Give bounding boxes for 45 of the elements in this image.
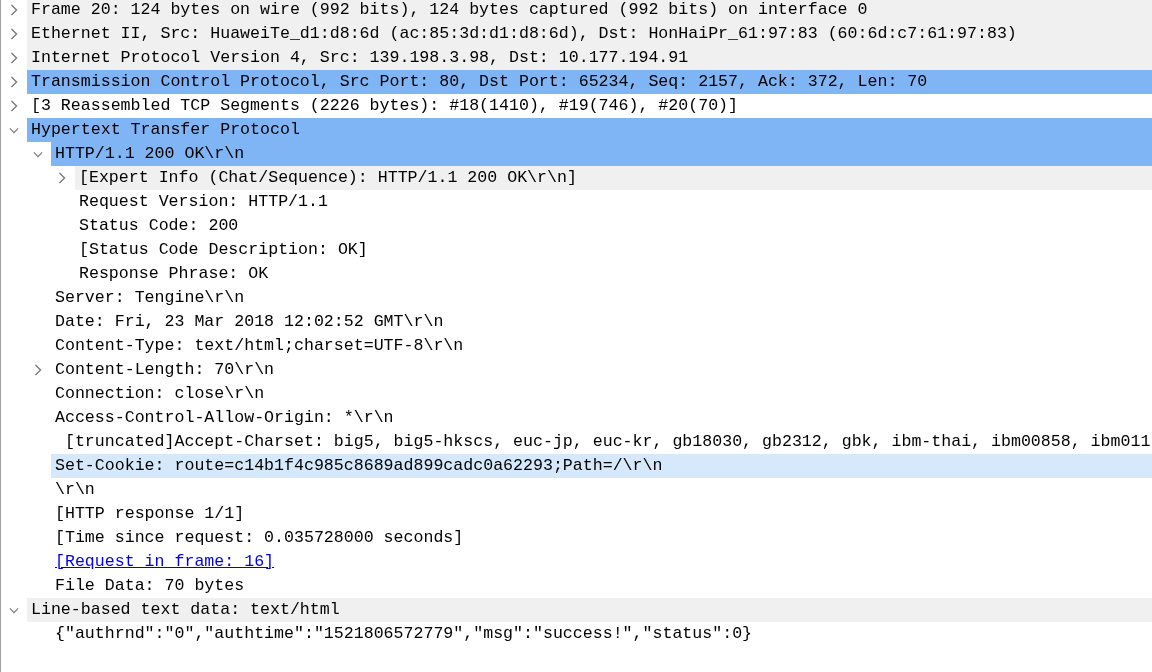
field-text: Ethernet II, Src: HuaweiTe_d1:d8:6d (ac:85:3d:d1:d8:6d), Dst: HonHaiPr_61:97:83 (60:6d:c7:61:97:83) xyxy=(31,23,1017,45)
field-text: Server: Tengine\r\n xyxy=(55,287,245,309)
field-text: Internet Protocol Version 4, Src: 139.198.3.98, Dst: 10.177.194.91 xyxy=(31,47,689,69)
chevron-right-icon[interactable] xyxy=(9,28,19,40)
tree-row[interactable]: Frame 20: 124 bytes on wire (992 bits), 124 bytes captured (992 bits) on interface 0 xyxy=(27,0,1152,22)
tree-row[interactable]: Hypertext Transfer Protocol xyxy=(27,118,1152,142)
field-text: Connection: close\r\n xyxy=(55,383,265,405)
tree-row[interactable]: HTTP/1.1 200 OK\r\n xyxy=(51,142,1152,166)
chevron-right-icon[interactable] xyxy=(33,364,43,376)
chevron-down-icon[interactable] xyxy=(9,606,19,614)
field-text: Hypertext Transfer Protocol xyxy=(31,119,300,141)
frame-link[interactable]: [Request in frame: 16] xyxy=(55,550,275,574)
field-text: [HTTP response 1/1] xyxy=(55,503,245,525)
tree-row[interactable]: [Expert Info (Chat/Sequence): HTTP/1.1 200 OK\r\n] xyxy=(75,166,1152,190)
tree-row[interactable]: Transmission Control Protocol, Src Port: 80, Dst Port: 65234, Seq: 2157, Ack: 372, Len: 70 xyxy=(27,70,1152,94)
chevron-right-icon[interactable] xyxy=(57,172,67,184)
field-text: File Data: 70 bytes xyxy=(55,575,245,597)
field-text: Date: Fri, 23 Mar 2018 12:02:52 GMT\r\n xyxy=(55,311,444,333)
field-text: [Status Code Description: OK] xyxy=(79,239,368,261)
tree-row[interactable]: Set-Cookie: route=c14b1f4c985c8689ad899cadc0a62293;Path=/\r\n xyxy=(51,454,1152,478)
chevron-down-icon[interactable] xyxy=(33,150,43,158)
chevron-right-icon[interactable] xyxy=(9,52,19,64)
field-text: {"authrnd":"0","authtime":"1521806572779","msg":"success!","status":0} xyxy=(55,623,753,645)
field-text: Status Code: 200 xyxy=(79,215,239,237)
tree-row[interactable]: Ethernet II, Src: HuaweiTe_d1:d8:6d (ac:85:3d:d1:d8:6d), Dst: HonHaiPr_61:97:83 (60:6d:c7:61:97:83) xyxy=(27,22,1152,46)
field-text: [3 Reassembled TCP Segments (2226 bytes): #18(1410), #19(746), #20(70)] xyxy=(31,95,738,117)
field-text: Line-based text data: text/html xyxy=(31,599,340,621)
tree-row[interactable]: Line-based text data: text/html xyxy=(27,598,1152,622)
tree-row[interactable]: Internet Protocol Version 4, Src: 139.198.3.98, Dst: 10.177.194.91 xyxy=(27,46,1152,70)
field-text: \r\n xyxy=(55,479,95,501)
chevron-right-icon[interactable] xyxy=(9,76,19,88)
field-text: Content-Type: text/html;charset=UTF-8\r\n xyxy=(55,335,464,357)
chevron-down-icon[interactable] xyxy=(9,126,19,134)
field-text: Response Phrase: OK xyxy=(79,263,269,285)
field-text: [Expert Info (Chat/Sequence): HTTP/1.1 200 OK\r\n] xyxy=(79,167,577,189)
field-text: Content-Length: 70\r\n xyxy=(55,359,275,381)
field-text: Frame 20: 124 bytes on wire (992 bits), 124 bytes captured (992 bits) on interface 0 xyxy=(31,0,868,21)
field-text: [Time since request: 0.035728000 seconds] xyxy=(55,527,464,549)
field-text: HTTP/1.1 200 OK\r\n xyxy=(55,143,245,165)
chevron-right-icon[interactable] xyxy=(9,100,19,112)
field-text: Request Version: HTTP/1.1 xyxy=(79,191,328,213)
field-text: Access-Control-Allow-Origin: *\r\n xyxy=(55,407,394,429)
field-text: Transmission Control Protocol, Src Port: 80, Dst Port: 65234, Seq: 2157, Ack: 372, Len: 70 xyxy=(31,71,928,93)
chevron-right-icon[interactable] xyxy=(9,4,19,16)
field-text: Set-Cookie: route=c14b1f4c985c8689ad899cadc0a62293;Path=/\r\n xyxy=(55,455,663,477)
